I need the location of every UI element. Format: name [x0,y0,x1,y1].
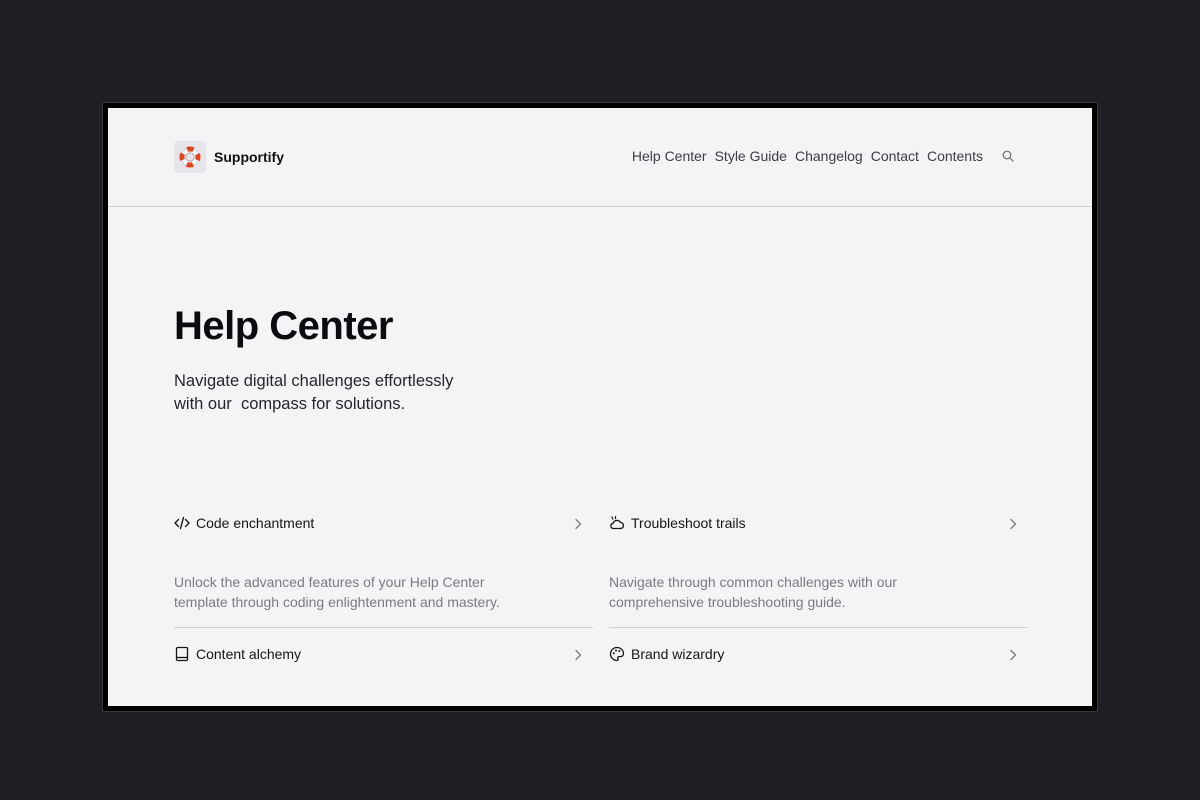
brand-link[interactable]: Supportify [174,141,284,173]
nav-item-help-center[interactable]: Help Center [632,148,707,164]
card-description: Navigate through common challenges with … [609,574,897,610]
nav-item-style-guide[interactable]: Style Guide [715,148,787,164]
chevron-right-icon [1007,517,1019,530]
palette-icon [609,646,625,662]
card-title: Content alchemy [196,646,302,662]
chevron-right-icon [572,517,584,530]
chevron-right-icon [572,648,584,661]
divider [609,627,1028,628]
main-nav: Help Center Style Guide Changelog Contac… [624,148,1015,164]
code-icon [174,515,190,531]
card-content-alchemy[interactable]: Content alchemy [174,644,594,664]
cloud-icon [609,515,625,531]
card-troubleshoot-trails[interactable]: Troubleshoot trails Navigate through com… [609,513,1029,612]
card-title: Brand wizardry [631,646,725,662]
help-center-page: Supportify Help Center Style Guide Chang… [108,108,1092,706]
book-icon [174,646,190,662]
site-header: Supportify Help Center Style Guide Chang… [108,108,1092,207]
nav-item-contents[interactable]: Contents [927,148,983,164]
nav-item-contact[interactable]: Contact [871,148,919,164]
card-description: Unlock the advanced features of your Hel… [174,574,500,610]
page-title: Help Center [174,304,394,348]
browser-window: Supportify Help Center Style Guide Chang… [102,102,1098,712]
card-code-enchantment[interactable]: Code enchantment Unlock the advanced fea… [174,513,594,612]
chevron-right-icon [1007,648,1019,661]
card-title: Troubleshoot trails [631,515,746,531]
card-title: Code enchantment [196,515,315,531]
lifebuoy-icon [174,141,206,173]
card-brand-wizardry[interactable]: Brand wizardry [609,644,1029,664]
page-subtitle: Navigate digital challenges effortlessly… [174,372,454,413]
brand-name: Supportify [214,149,284,165]
nav-item-changelog[interactable]: Changelog [795,148,863,164]
search-icon[interactable] [1001,149,1015,163]
divider [174,627,593,628]
